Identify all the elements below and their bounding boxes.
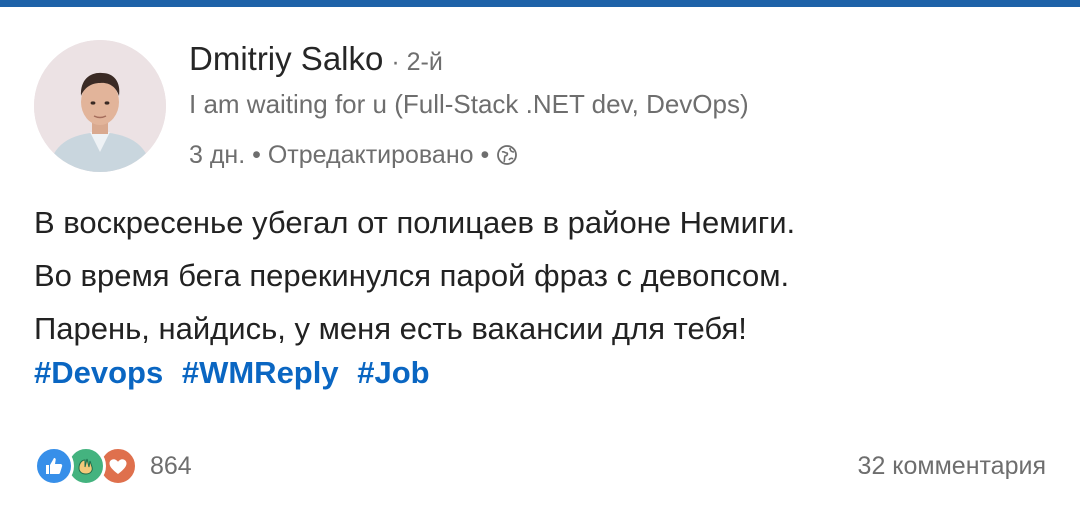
comments-count[interactable]: 32 комментария: [858, 452, 1046, 481]
author-headline: I am waiting for u (Full-Stack .NET dev,…: [189, 89, 749, 119]
avatar[interactable]: [34, 40, 166, 172]
globe-icon: [495, 143, 519, 167]
hashtags: #Devops #WMReply #Job: [34, 355, 440, 391]
hashtag-wmreply[interactable]: #WMReply: [182, 355, 339, 390]
post-time: 3 дн. • Отредактировано •: [189, 140, 490, 169]
like-icon: [34, 446, 74, 486]
post-line: В воскресенье убегал от полицаев в район…: [34, 205, 796, 240]
post-text: В воскресенье убегал от полицаев в район…: [34, 196, 1054, 355]
post-meta: 3 дн. • Отредактировано •: [189, 137, 519, 173]
author-name-row: Dmitriy Salko · 2-й: [189, 40, 443, 84]
author-name[interactable]: Dmitriy Salko: [189, 40, 383, 78]
top-bar: [0, 0, 1080, 7]
reaction-count: 864: [150, 451, 192, 480]
connection-degree: · 2-й: [391, 48, 443, 76]
hashtag-devops[interactable]: #Devops: [34, 355, 163, 390]
avatar-photo: [34, 40, 166, 172]
reactions-summary[interactable]: 864: [34, 444, 192, 488]
post-line: Во время бега перекинулся парой фраз с д…: [34, 258, 790, 293]
post-line: Парень, найдись, у меня есть вакансии дл…: [34, 311, 747, 346]
hashtag-job[interactable]: #Job: [357, 355, 429, 390]
